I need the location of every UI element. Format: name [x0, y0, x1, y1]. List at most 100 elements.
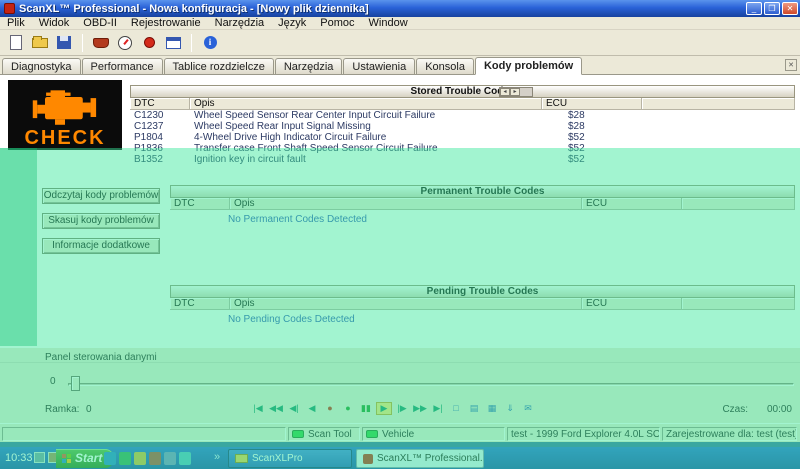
column-header-opis[interactable]: Opis	[230, 298, 582, 309]
column-header-dtc[interactable]: DTC	[170, 298, 230, 309]
taskbar-button-scanxl-professional[interactable]: ScanXL™ Professional...	[356, 449, 484, 468]
fast-forward-icon[interactable]: ▶▶	[412, 402, 428, 415]
additional-info-button[interactable]: Informacje dodatkowe	[42, 238, 160, 254]
fast-rewind-icon[interactable]: ◀◀	[268, 402, 284, 415]
menu-plik[interactable]: Plik	[0, 17, 32, 30]
skip-to-end-icon[interactable]: ▶|	[430, 402, 446, 415]
save-icon[interactable]	[53, 33, 75, 53]
cell-ecu: $28	[542, 110, 642, 121]
check-engine-icon	[28, 87, 102, 127]
column-header-ecu[interactable]: ECU	[582, 198, 682, 209]
info-icon[interactable]: i	[199, 33, 221, 53]
column-header-ecu[interactable]: ECU	[542, 98, 642, 109]
scanxl-app-icon	[363, 454, 373, 464]
app-icon	[4, 3, 15, 14]
column-header-dtc[interactable]: DTC	[170, 198, 230, 209]
menu-rejestrowanie[interactable]: Rejestrowanie	[124, 17, 208, 30]
export-data-icon[interactable]: ⇓	[502, 402, 518, 415]
data-control-panel: Panel sterowania danymi 0 Ramka: 0 |◀ ◀◀…	[0, 346, 800, 423]
quick-launch-icon[interactable]	[134, 452, 146, 465]
clear-trouble-codes-button[interactable]: Skasuj kody problemów	[42, 213, 160, 229]
tab-narzedzia[interactable]: Narzędzia	[275, 58, 343, 74]
menu-window[interactable]: Window	[362, 17, 415, 30]
cell-ecu: $52	[542, 143, 642, 154]
browse-frames-icon[interactable]: ▶	[376, 402, 392, 415]
tab-konsola[interactable]: Konsola	[416, 58, 474, 74]
permanent-empty-message: No Permanent Codes Detected	[170, 210, 795, 225]
tab-ustawienia[interactable]: Ustawienia	[343, 58, 415, 74]
tab-tablice-rozdzielcze[interactable]: Tablice rozdzielcze	[164, 58, 274, 74]
menu-pomoc[interactable]: Pomoc	[313, 17, 361, 30]
toolbar-separator	[82, 34, 83, 52]
save-log-icon[interactable]: ▦	[484, 402, 500, 415]
step-back-icon[interactable]: ◀|	[286, 402, 302, 415]
taskbar-clock: 10:33	[5, 452, 33, 464]
record-icon[interactable]: ●	[322, 402, 338, 415]
cell-dtc: P1836	[130, 143, 190, 154]
column-header-ecu[interactable]: ECU	[582, 298, 682, 309]
window-grid-icon[interactable]	[162, 33, 184, 53]
table-row[interactable]: B1352 Ignition key in circuit fault $52	[130, 154, 795, 165]
frame-slider-thumb[interactable]	[71, 376, 80, 391]
maximize-button[interactable]: ❐	[764, 2, 780, 15]
column-header-opis[interactable]: Opis	[230, 198, 582, 209]
table-row[interactable]: C1237 Wheel Speed Rear Input Signal Miss…	[130, 121, 795, 132]
play-reverse-icon[interactable]: ◀	[304, 402, 320, 415]
column-header-extra	[642, 98, 795, 109]
statusbar: Scan Tool Vehicle test - 1999 Ford Explo…	[0, 423, 800, 442]
stop-icon[interactable]: ●	[340, 402, 356, 415]
quick-launch-icon[interactable]	[149, 452, 161, 465]
status-scan-tool: Scan Tool	[288, 427, 360, 441]
gauge-icon[interactable]	[114, 33, 136, 53]
pending-table-header: DTC Opis ECU	[170, 298, 795, 310]
menu-widok[interactable]: Widok	[32, 17, 77, 30]
frame-value: 0	[86, 404, 92, 415]
new-log-icon[interactable]: □	[448, 402, 464, 415]
open-log-icon[interactable]: ▤	[466, 402, 482, 415]
toolbar: i	[0, 30, 800, 56]
column-header-dtc[interactable]: DTC	[130, 98, 190, 109]
titlebar: ScanXL™ Professional - Nowa konfiguracja…	[0, 0, 800, 17]
menu-jezyk[interactable]: Język	[271, 17, 313, 30]
skip-to-start-icon[interactable]: |◀	[250, 402, 266, 415]
cell-desc: Wheel Speed Rear Input Signal Missing	[190, 121, 542, 132]
tab-kody-problemow[interactable]: Kody problemów	[475, 57, 582, 75]
step-forward-icon[interactable]: |▶	[394, 402, 410, 415]
record-icon[interactable]	[138, 33, 160, 53]
time-label: Czas:	[722, 404, 748, 415]
stored-section-title: Stored Trouble Codes ◂▸	[130, 85, 795, 98]
minimize-button[interactable]: _	[746, 2, 762, 15]
quick-launch-overflow-chevron[interactable]: »	[214, 451, 220, 463]
quick-launch-icon[interactable]	[119, 452, 131, 465]
quick-launch	[104, 452, 191, 465]
folder-icon	[235, 454, 248, 463]
table-row[interactable]: P1804 4-Wheel Drive High Indicator Circu…	[130, 132, 795, 143]
glitch-scrollbar-fragment: ◂▸	[499, 87, 533, 97]
quick-launch-icon[interactable]	[164, 452, 176, 465]
column-header-opis[interactable]: Opis	[190, 98, 542, 109]
email-log-icon[interactable]: ✉	[520, 402, 536, 415]
vehicle-led-icon	[366, 430, 378, 438]
obd-connector-icon[interactable]	[90, 33, 112, 53]
column-header-extra	[682, 198, 795, 209]
open-folder-icon[interactable]	[29, 33, 51, 53]
new-file-icon[interactable]	[5, 33, 27, 53]
table-row[interactable]: P1836 Transfer case Front Shaft Speed Se…	[130, 143, 795, 154]
stored-table-header: DTC Opis ECU	[130, 98, 795, 110]
taskbar-button-scanxlpro[interactable]: ScanXLPro	[228, 449, 352, 468]
close-button[interactable]: ✕	[782, 2, 798, 15]
status-vehicle: Vehicle	[362, 427, 505, 441]
frame-slider-track[interactable]	[68, 383, 794, 386]
tab-diagnostyka[interactable]: Diagnostyka	[2, 58, 81, 74]
menu-narzedzia[interactable]: Narzędzia	[208, 17, 272, 30]
table-row[interactable]: C1230 Wheel Speed Sensor Rear Center Inp…	[130, 110, 795, 121]
taskbar-icon[interactable]	[34, 452, 45, 463]
pause-icon[interactable]: ▮▮	[358, 402, 374, 415]
quick-launch-icon[interactable]	[104, 452, 116, 465]
quick-launch-icon[interactable]	[179, 452, 191, 465]
tab-scroll-button[interactable]: ✕	[785, 59, 797, 71]
window-controls: _ ❐ ✕	[746, 2, 798, 15]
menu-obd-ii[interactable]: OBD-II	[76, 17, 124, 30]
read-trouble-codes-button[interactable]: Odczytaj kody problemów	[42, 188, 160, 204]
tab-performance[interactable]: Performance	[82, 58, 163, 74]
